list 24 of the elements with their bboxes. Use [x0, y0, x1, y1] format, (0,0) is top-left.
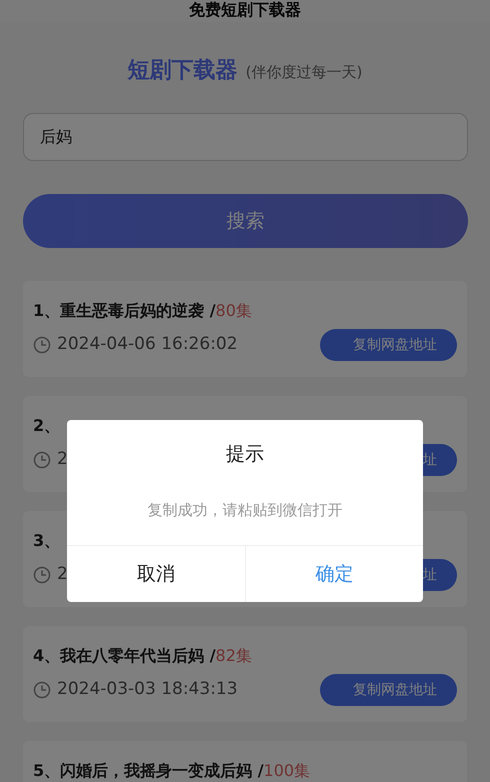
drama-title: 5、闪婚后，我摇身一变成后妈 /100集 [33, 760, 312, 782]
drama-title: 3、 [33, 530, 62, 552]
brand-title: 短剧下载器 [128, 57, 238, 85]
drama-title: 4、我在八零年代当后妈 /82集 [33, 645, 253, 667]
timestamp: 2024-03-03 18:43:13 [57, 678, 238, 702]
clock-icon [33, 451, 51, 469]
drama-title: 2、 [33, 415, 62, 437]
clock-icon [33, 566, 51, 584]
timestamp: 2024-04-06 16:26:02 [57, 333, 238, 356]
drama-title: 1、重生恶毒后妈的逆袭 /80集 [33, 300, 253, 322]
timestamp: 2 [57, 448, 68, 472]
slogan: (伴你度过每一天) [246, 62, 362, 83]
copy-link-button[interactable]: 复制网盘地址 [320, 329, 457, 361]
copy-link-button[interactable]: 复制网盘地址 [320, 674, 457, 706]
search-button[interactable]: 搜索 [23, 194, 468, 248]
dialog-message: 复制成功，请粘贴到微信打开 [146, 500, 344, 520]
timestamp: 2 [57, 563, 68, 586]
cancel-button[interactable]: 取消 [67, 546, 244, 602]
confirm-button[interactable]: 确定 [244, 546, 423, 602]
dialog-title: 提示 [225, 442, 265, 467]
clock-icon [33, 681, 51, 699]
search-field[interactable]: 后妈 [23, 113, 468, 161]
page-title: 免费短剧下载器 [189, 0, 301, 20]
clock-icon [33, 336, 51, 354]
